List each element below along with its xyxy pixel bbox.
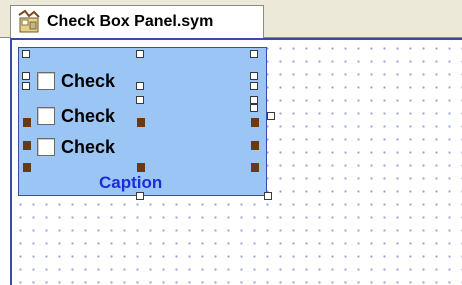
resize-handle[interactable]	[23, 163, 31, 172]
checkbox-label: Check	[61, 136, 116, 157]
resize-handle[interactable]	[251, 163, 259, 172]
checkbox-row[interactable]: Check	[37, 69, 115, 93]
resize-handle[interactable]	[136, 96, 144, 104]
checkbox-label: Check	[61, 70, 116, 91]
resize-handle[interactable]	[136, 50, 144, 58]
resize-handle[interactable]	[250, 72, 258, 80]
editor-tab[interactable]: Check Box Panel.sym	[10, 5, 264, 38]
resize-handle[interactable]	[250, 50, 258, 58]
resize-handle[interactable]	[250, 82, 258, 90]
checkbox-row[interactable]: Check	[37, 135, 115, 159]
checkbox[interactable]	[37, 107, 55, 125]
resize-handle[interactable]	[22, 82, 30, 90]
checkbox-row[interactable]: Check	[37, 104, 115, 128]
checkbox[interactable]	[37, 72, 55, 90]
resize-handle[interactable]	[250, 96, 258, 104]
resize-handle[interactable]	[136, 82, 144, 90]
resize-handle[interactable]	[23, 118, 31, 127]
editor-tab-bar: Check Box Panel.sym	[0, 0, 462, 38]
resize-handle[interactable]	[137, 118, 145, 127]
resize-handle[interactable]	[23, 141, 31, 150]
resize-handle[interactable]	[136, 192, 144, 200]
tab-title: Check Box Panel.sym	[47, 13, 214, 30]
panel-caption: Caption	[99, 173, 163, 192]
symbol-file-icon	[18, 9, 40, 33]
resize-handle[interactable]	[251, 118, 259, 127]
resize-handle[interactable]	[137, 163, 145, 172]
resize-handle[interactable]	[250, 104, 258, 112]
checkbox-label: Check	[61, 105, 116, 126]
resize-handle[interactable]	[264, 192, 272, 200]
resize-handle[interactable]	[22, 72, 30, 80]
checkbox[interactable]	[37, 138, 55, 156]
resize-handle[interactable]	[267, 112, 275, 120]
resize-handle[interactable]	[251, 141, 259, 150]
resize-handle[interactable]	[22, 50, 30, 58]
